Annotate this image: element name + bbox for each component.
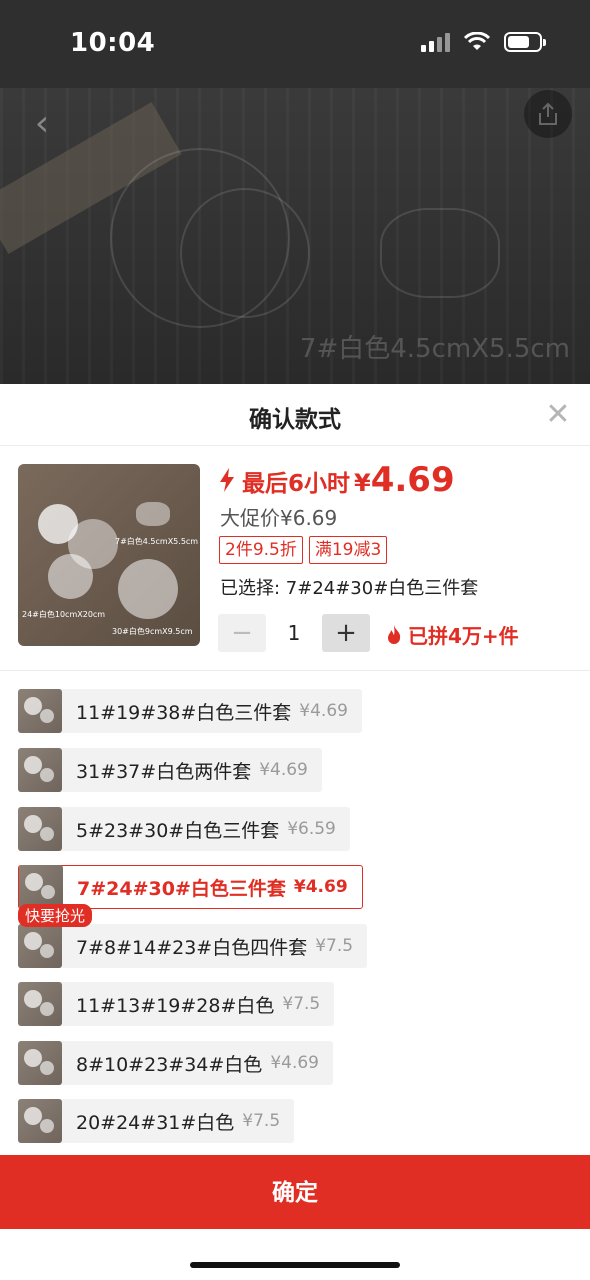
discount-tags: 2件9.5折 满19减3 <box>219 536 388 564</box>
currency-symbol: ¥ <box>354 469 371 497</box>
product-image-backdrop[interactable]: ‹ 7#白色4.5cmX5.5cm <box>0 88 590 384</box>
thumb-label: 30#白色9cmX9.5cm <box>112 627 193 636</box>
group-buy-count: 已拼4万+件 <box>386 620 519 649</box>
confirm-button[interactable]: 确定 <box>0 1155 590 1229</box>
variant-option[interactable]: 7#8#14#23#白色四件套 ¥7.5 <box>18 924 368 968</box>
promo-price: 大促价¥6.69 <box>220 506 338 530</box>
sheet-title: 确认款式 <box>249 407 341 433</box>
variant-thumbnail <box>18 807 62 851</box>
share-icon[interactable] <box>524 90 572 138</box>
variant-option[interactable]: 31#37#白色两件套 ¥4.69 <box>18 748 322 792</box>
variant-name: 5#23#30#白色三件套 <box>76 819 280 842</box>
coupon-tag: 满19减3 <box>308 536 388 564</box>
variant-option[interactable]: 20#24#31#白色 ¥7.5 <box>18 1099 295 1143</box>
thumb-label: 7#白色4.5cmX5.5cm <box>115 537 199 546</box>
variant-thumbnail <box>18 1041 62 1085</box>
urgency-text: 最后6小时 <box>242 471 351 497</box>
status-icons <box>421 32 546 52</box>
current-price: 4.69 <box>370 460 455 500</box>
variant-price: ¥7.5 <box>242 1111 281 1131</box>
variant-name: 7#24#30#白色三件套 <box>77 877 286 900</box>
discount-tag: 2件9.5折 <box>219 536 303 564</box>
decrease-quantity-button[interactable]: − <box>218 614 266 652</box>
status-bar: 10:04 <box>0 0 590 88</box>
variant-thumbnail <box>18 748 62 792</box>
header-divider <box>0 445 590 446</box>
low-stock-badge: 快要抢光 <box>18 904 93 927</box>
quantity-stepper: − 1 + <box>218 614 370 652</box>
back-chevron-icon[interactable]: ‹ <box>18 100 66 148</box>
variant-thumbnail <box>18 689 62 733</box>
variant-option[interactable]: 5#23#30#白色三件套 ¥6.59 <box>18 807 350 851</box>
variant-name: 31#37#白色两件套 <box>76 760 252 783</box>
variant-thumbnail <box>19 865 63 909</box>
status-time: 10:04 <box>70 28 156 58</box>
variant-price: ¥7.5 <box>315 936 354 956</box>
variant-price: ¥7.5 <box>282 994 321 1014</box>
banner-caption: 7#白色4.5cmX5.5cm <box>299 334 570 364</box>
variant-thumbnail <box>18 982 62 1026</box>
selected-product-thumbnail[interactable]: 7#白色4.5cmX5.5cm 24#白色10cmX20cm 30#白色9cmX… <box>18 464 200 646</box>
variant-option[interactable]: 11#13#19#28#白色 ¥7.5 <box>18 982 335 1026</box>
variant-option[interactable]: 11#19#38#白色三件套 ¥4.69 <box>18 689 362 733</box>
increase-quantity-button[interactable]: + <box>322 614 370 652</box>
options-divider <box>0 670 590 671</box>
wifi-icon <box>464 32 490 50</box>
lightning-icon <box>220 468 234 492</box>
thumb-label: 24#白色10cmX20cm <box>22 610 106 619</box>
variant-name: 8#10#23#34#白色 <box>76 1053 263 1076</box>
battery-icon <box>504 32 546 52</box>
variant-thumbnail <box>18 924 62 968</box>
variant-price: ¥4.69 <box>293 877 348 897</box>
variant-name: 20#24#31#白色 <box>76 1111 235 1134</box>
variant-thumbnail <box>18 1099 62 1143</box>
variant-price: ¥4.69 <box>259 760 308 780</box>
group-buy-text: 已拼4万+件 <box>408 624 519 648</box>
sku-selector-sheet: 确认款式 ✕ 7#白色4.5cmX5.5cm 24#白色10cmX20cm 30… <box>0 384 590 1280</box>
variant-option-selected[interactable]: 7#24#30#白色三件套 ¥4.69 <box>18 865 363 909</box>
variant-name: 11#13#19#28#白色 <box>76 994 275 1017</box>
price-row: 最后6小时 ¥ 4.69 <box>218 460 455 500</box>
variant-name: 11#19#38#白色三件套 <box>76 701 292 724</box>
close-icon[interactable]: ✕ <box>542 400 574 432</box>
variant-price: ¥4.69 <box>270 1053 319 1073</box>
variant-option[interactable]: 8#10#23#34#白色 ¥4.69 <box>18 1041 333 1085</box>
fire-icon <box>388 624 401 644</box>
selected-variant-text: 已选择: 7#24#30#白色三件套 <box>220 578 479 599</box>
variant-name: 7#8#14#23#白色四件套 <box>76 936 308 959</box>
quantity-value[interactable]: 1 <box>266 621 322 645</box>
home-indicator[interactable] <box>190 1262 400 1268</box>
variant-price: ¥4.69 <box>299 701 348 721</box>
cellular-signal-icon <box>421 32 450 52</box>
variant-price: ¥6.59 <box>287 819 336 839</box>
variant-options-list[interactable]: 11#19#38#白色三件套 ¥4.69 31#37#白色两件套 ¥4.69 5… <box>0 672 590 1156</box>
